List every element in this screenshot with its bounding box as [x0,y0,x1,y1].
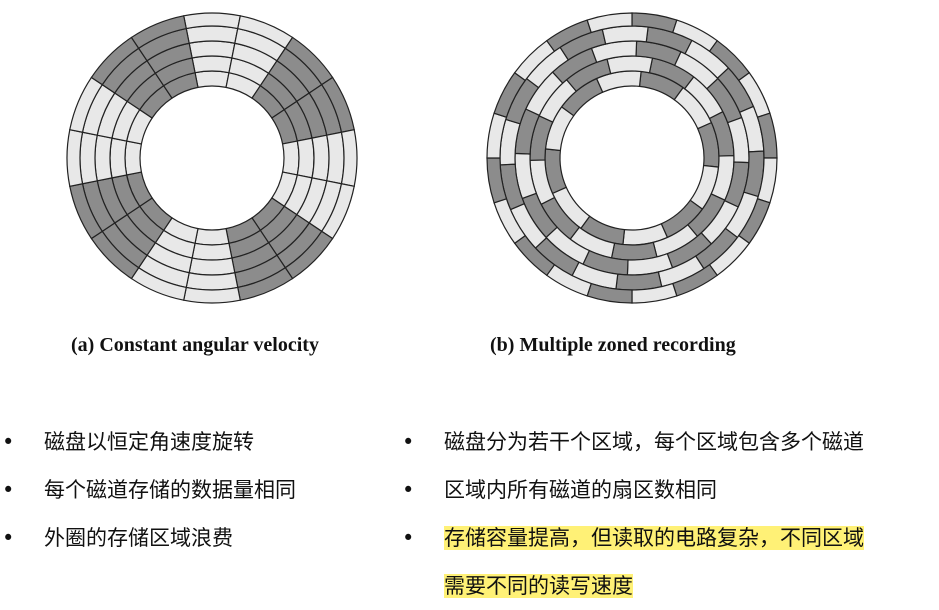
list-item: • 区域内所有磁道的扇区数相同 [402,466,937,514]
bullet-icon: • [2,526,15,550]
disk-sector [340,129,358,187]
disk-sector [194,70,230,89]
zoned-disk-diagram [486,12,778,304]
disk-sector [79,131,98,185]
list-item: • 磁盘分为若干个区域，每个区域包含多个磁道 [402,418,937,466]
disk-sector [185,272,239,291]
disk-sector [94,134,113,182]
disk-sector [311,134,330,182]
bullet-icon: • [2,430,15,454]
disk-sector [191,55,233,74]
list-item: • 外圈的存储区域浪费 [2,514,382,562]
disk-sector [188,40,236,59]
disk-sector [194,227,230,246]
bullet-icon: • [402,430,415,454]
bullet-icon: • [402,526,415,550]
disk-sector [281,140,300,176]
disk-sector [109,137,128,179]
disk-sector [191,242,233,261]
disk-sector [183,286,241,304]
disk-sector [326,131,345,185]
bullet-icon: • [2,478,15,502]
disk-sector [606,55,654,75]
disk-sector [296,137,315,179]
list-item: • 存储容量提高，但读取的电路复杂，不同区域 需要不同的读写速度 [402,514,937,610]
disk-sector [610,241,658,261]
cav-disk-diagram [66,12,358,304]
highlighted-text: 需要不同的读写速度 [444,574,633,598]
disk-sector [185,25,239,44]
zoned-caption: (b) Multiple zoned recording [490,334,736,356]
disk-sector [124,140,143,176]
cav-caption: (a) Constant angular velocity [71,334,319,356]
highlighted-text: 存储容量提高，但读取的电路复杂，不同区域 [444,526,864,550]
list-item: • 磁盘以恒定角速度旋转 [2,418,382,466]
disk-sector [183,12,241,30]
disk-sector [66,129,84,187]
disk-sector [188,257,236,276]
bullet-icon: • [402,478,415,502]
disk-sector [615,271,663,291]
list-item: • 每个磁道存储的数据量相同 [2,466,382,514]
disk-sector [601,25,649,45]
cav-bullet-list: • 磁盘以恒定角速度旋转 • 每个磁道存储的数据量相同 • 外圈的存储区域浪费 [2,418,382,562]
zoned-bullet-list: • 磁盘分为若干个区域，每个区域包含多个磁道 • 区域内所有磁道的扇区数相同 • 存储… [402,418,937,610]
